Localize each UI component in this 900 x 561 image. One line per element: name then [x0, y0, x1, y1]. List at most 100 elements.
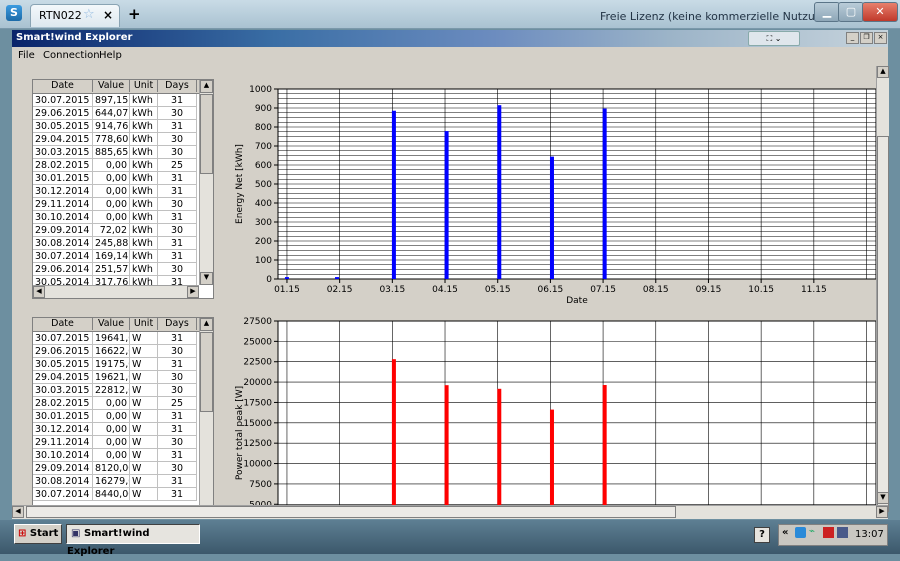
- table-row[interactable]: 30.05.201519175,00W31: [33, 358, 197, 371]
- table-row[interactable]: 30.03.2015 885,65 kWh 30: [33, 146, 197, 159]
- energy-table-vscroll[interactable]: ▲ ▼: [199, 80, 213, 285]
- cell-unit: W: [130, 410, 158, 423]
- cell-days: 30: [158, 462, 197, 475]
- scroll-up-icon[interactable]: ▲: [877, 66, 889, 78]
- bar: [497, 105, 502, 279]
- scroll-thumb[interactable]: [200, 332, 213, 412]
- table-row[interactable]: 29.06.2014 251,57 kWh 30: [33, 263, 197, 276]
- cell-days: 30: [158, 133, 197, 146]
- energy-table-hscroll[interactable]: ◀ ▶: [33, 285, 199, 298]
- cell-value: 0,00: [93, 436, 130, 449]
- star-icon[interactable]: ☆: [83, 7, 95, 22]
- cell-value: 19641,00: [93, 332, 130, 345]
- scroll-right-icon[interactable]: ▶: [187, 286, 199, 298]
- cell-date: 30.07.2014: [33, 250, 93, 263]
- scroll-left-icon[interactable]: ◀: [12, 506, 24, 518]
- column-header-date[interactable]: Date: [33, 80, 93, 92]
- tray-expand-icon[interactable]: «: [782, 527, 788, 538]
- cell-value: 0,00: [93, 397, 130, 410]
- table-row[interactable]: 30.05.2015 914,76 kWh 31: [33, 120, 197, 133]
- x-tick-label: 08.15: [643, 285, 669, 295]
- column-header-unit[interactable]: Unit: [130, 318, 158, 330]
- table-row[interactable]: 30.07.201519641,00W31: [33, 332, 197, 345]
- monitor-tray-icon[interactable]: [837, 527, 848, 538]
- table-row[interactable]: 29.06.2015 644,07 kWh 30: [33, 107, 197, 120]
- power-table-vscroll[interactable]: ▲: [199, 318, 213, 508]
- cell-unit: W: [130, 488, 158, 501]
- table-row[interactable]: 29.04.201519621,00W30: [33, 371, 197, 384]
- scroll-left-icon[interactable]: ◀: [33, 286, 45, 298]
- app-close-button[interactable]: ×: [874, 32, 887, 44]
- x-tick-label: 11.15: [801, 285, 827, 295]
- menu-connection[interactable]: Connection: [43, 50, 100, 61]
- app-window-icon: ▣: [71, 528, 81, 539]
- maximize-button[interactable]: ▢: [838, 2, 864, 22]
- table-row[interactable]: 29.09.20148120,00W30: [33, 462, 197, 475]
- column-header-value[interactable]: Value: [93, 80, 130, 92]
- table-row[interactable]: 29.11.2014 0,00 kWh 30: [33, 198, 197, 211]
- table-row[interactable]: 30.12.2014 0,00 W 31: [33, 423, 197, 436]
- flag-tray-icon[interactable]: [823, 527, 834, 538]
- table-row[interactable]: 28.02.2015 0,00 W 25: [33, 397, 197, 410]
- menu-file[interactable]: File: [18, 50, 35, 61]
- table-row[interactable]: 30.07.2015 897,15 kWh 31: [33, 94, 197, 107]
- cell-unit: W: [130, 397, 158, 410]
- column-header-value[interactable]: Value: [93, 318, 130, 330]
- column-header-unit[interactable]: Unit: [130, 80, 158, 92]
- table-row[interactable]: 30.12.2014 0,00 kWh 31: [33, 185, 197, 198]
- taskbar-item-smartwind[interactable]: ▣ Smart!wind Explorer: [66, 524, 200, 557]
- table-row[interactable]: 28.02.2015 0,00 kWh 25: [33, 159, 197, 172]
- main-vscroll[interactable]: ▲ ▼: [876, 66, 889, 512]
- cell-unit: kWh: [130, 146, 158, 159]
- network-icon[interactable]: ⌁: [809, 526, 815, 537]
- table-row[interactable]: 30.07.20148440,00W31: [33, 488, 197, 501]
- scroll-right-icon[interactable]: ▶: [876, 506, 888, 518]
- table-row[interactable]: 30.03.201522812,00W30: [33, 384, 197, 397]
- tab-rtn022[interactable]: RTN022 ☆ ×: [30, 4, 120, 27]
- help-icon[interactable]: ?: [754, 527, 770, 543]
- cell-date: 29.04.2015: [33, 371, 93, 384]
- column-header-days[interactable]: Days: [158, 80, 197, 92]
- table-row[interactable]: 29.06.201516622,00W30: [33, 345, 197, 358]
- main-hscroll[interactable]: ◀ ▶: [12, 505, 888, 519]
- bar: [602, 108, 607, 279]
- column-header-date[interactable]: Date: [33, 318, 93, 330]
- clock[interactable]: 13:07: [855, 529, 884, 540]
- scroll-up-icon[interactable]: ▲: [200, 80, 213, 93]
- table-row[interactable]: 30.07.2014 169,14 kWh 31: [33, 250, 197, 263]
- scroll-thumb[interactable]: [877, 136, 889, 512]
- table-row[interactable]: 30.01.2015 0,00 W 31: [33, 410, 197, 423]
- table-row[interactable]: 30.01.2015 0,00 kWh 31: [33, 172, 197, 185]
- cell-unit: W: [130, 358, 158, 371]
- table-row[interactable]: 30.10.2014 0,00 W 31: [33, 449, 197, 462]
- cell-unit: kWh: [130, 250, 158, 263]
- cell-value: 16279,00: [93, 475, 130, 488]
- table-row[interactable]: 29.04.2015 778,60 kWh 30: [33, 133, 197, 146]
- tab-close-icon[interactable]: ×: [103, 8, 113, 22]
- scroll-down-icon[interactable]: ▼: [200, 272, 213, 285]
- cell-days: 31: [158, 211, 197, 224]
- cell-date: 30.12.2014: [33, 423, 93, 436]
- table-row[interactable]: 29.11.2014 0,00 W 30: [33, 436, 197, 449]
- cell-days: 30: [158, 224, 197, 237]
- scroll-thumb[interactable]: [200, 94, 213, 174]
- table-row[interactable]: 30.10.2014 0,00 kWh 31: [33, 211, 197, 224]
- table-row[interactable]: 29.09.2014 72,02 kWh 30: [33, 224, 197, 237]
- scroll-thumb[interactable]: [26, 506, 676, 518]
- minimize-button[interactable]: ▁: [814, 2, 840, 22]
- start-button[interactable]: ⊞ Start: [14, 524, 62, 544]
- close-button[interactable]: ✕: [862, 2, 898, 22]
- skype-tray-icon[interactable]: [795, 527, 806, 538]
- view-toggle-button[interactable]: ⛶ ⌄: [748, 31, 800, 46]
- app-restore-button[interactable]: ❐: [860, 32, 873, 44]
- scroll-up-icon[interactable]: ▲: [200, 318, 213, 331]
- table-row[interactable]: 30.08.2014 245,88 kWh 31: [33, 237, 197, 250]
- bar: [549, 156, 554, 279]
- scroll-down-icon[interactable]: ▼: [877, 492, 889, 504]
- table-row[interactable]: 30.08.201416279,00W31: [33, 475, 197, 488]
- y-tick-label: 700: [255, 142, 272, 152]
- new-tab-icon[interactable]: +: [128, 5, 141, 23]
- column-header-days[interactable]: Days: [158, 318, 197, 330]
- app-minimize-button[interactable]: _: [846, 32, 859, 44]
- menu-help[interactable]: Help: [99, 50, 122, 61]
